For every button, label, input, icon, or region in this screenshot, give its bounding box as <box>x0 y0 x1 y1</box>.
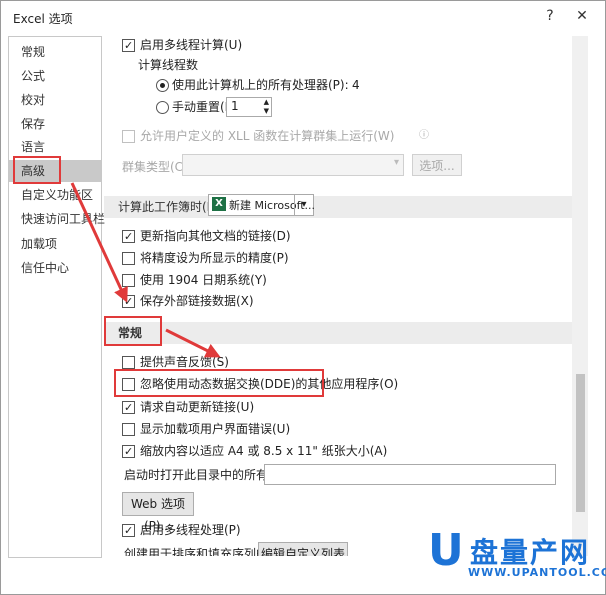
watermark-text: 盘量产网 <box>470 536 591 569</box>
annotation-arrows <box>70 182 221 358</box>
watermark-url: WWW.UPANTOOL.COM <box>468 566 606 579</box>
arrow-to-dde <box>165 328 221 358</box>
arrow-to-general <box>70 182 128 303</box>
watermark-logo: U <box>428 525 464 576</box>
